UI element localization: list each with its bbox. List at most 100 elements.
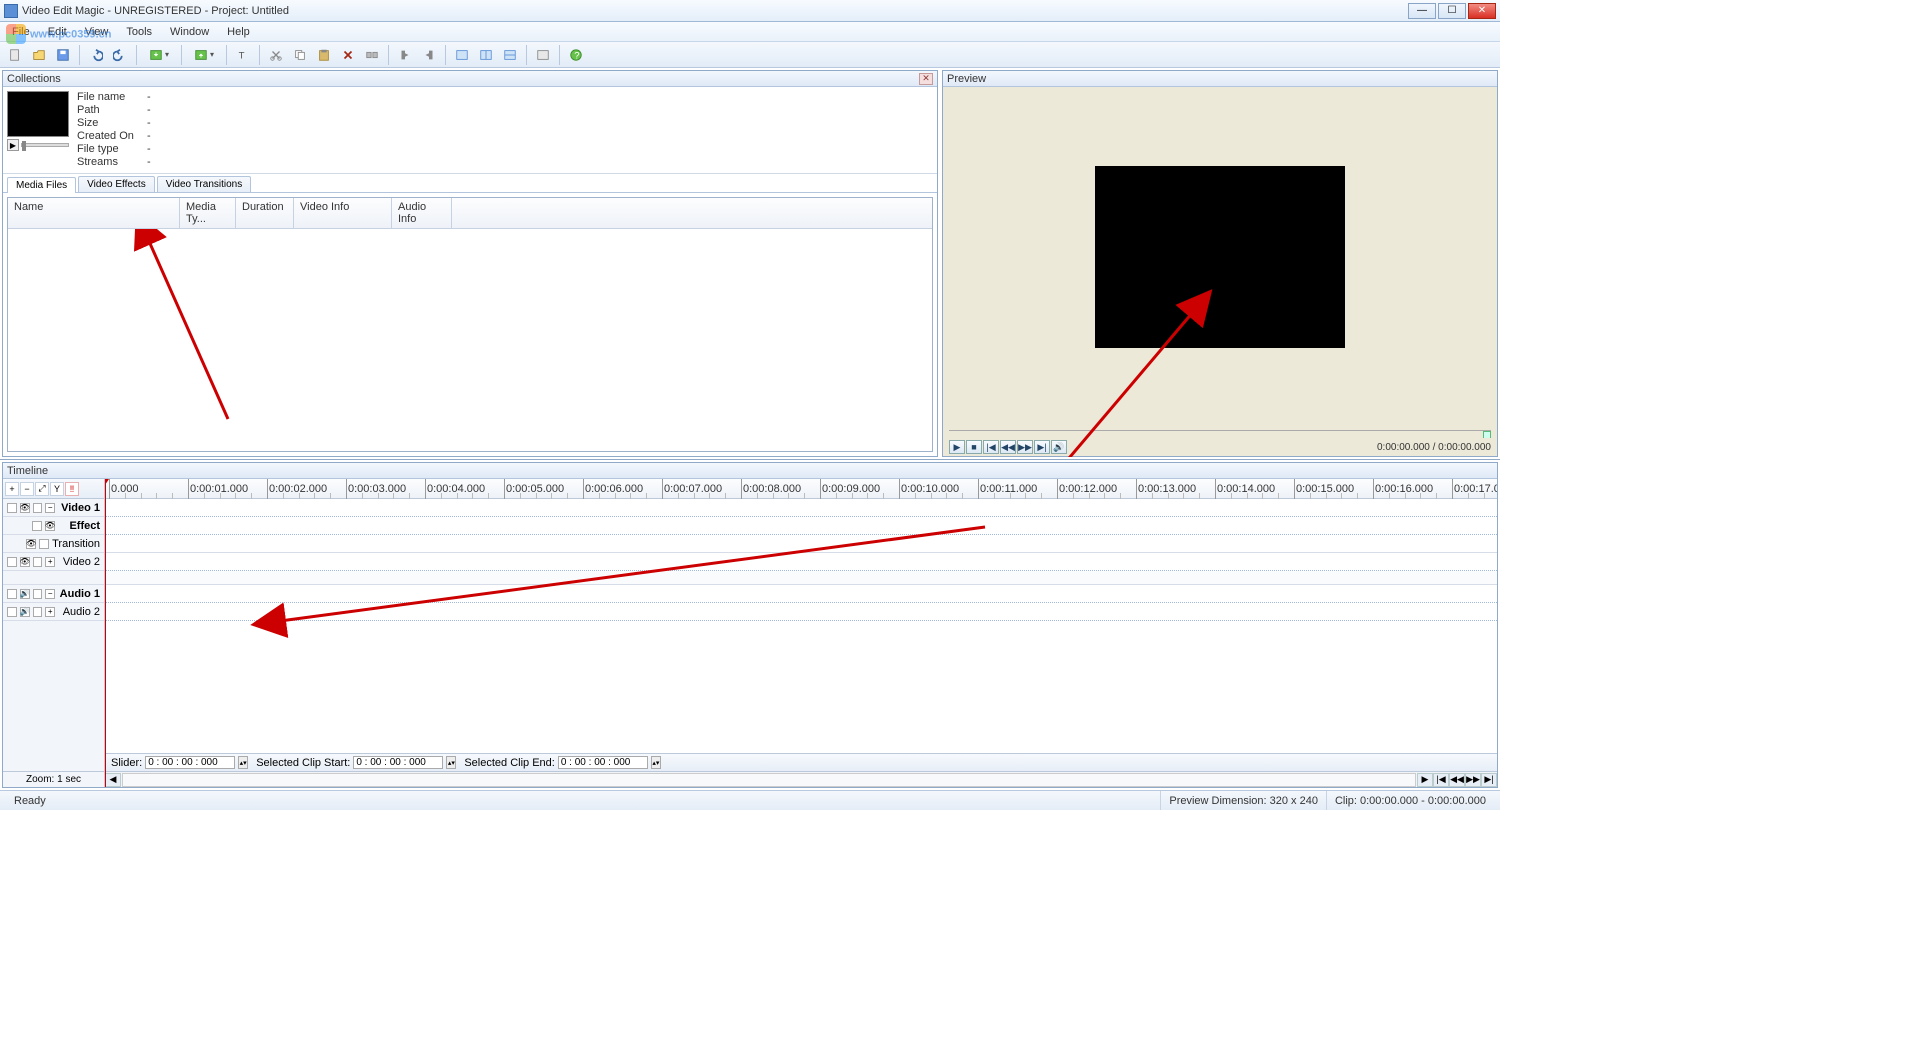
split-button[interactable]	[361, 44, 383, 66]
maximize-button[interactable]: ☐	[1438, 3, 1466, 19]
timeline-ruler[interactable]: 0.0000:00:01.0000:00:02.0000:00:03.0000:…	[105, 479, 1497, 499]
zoom-level-label: Zoom: 1 sec	[3, 771, 104, 787]
collections-panel: Collections ✕ ▶ File name- Path- Size- C…	[2, 70, 938, 457]
toolbar: T ?	[0, 42, 1500, 68]
scroll-right-button[interactable]: ▶	[1417, 773, 1433, 787]
save-button[interactable]	[52, 44, 74, 66]
scroll-start-button[interactable]: |◀	[1433, 773, 1449, 787]
menu-window[interactable]: Window	[162, 24, 217, 40]
tab-media-files[interactable]: Media Files	[7, 177, 76, 193]
eye-icon[interactable]: 👁	[20, 503, 30, 513]
menu-help[interactable]: Help	[219, 24, 258, 40]
preview-start-button[interactable]: |◀	[983, 440, 999, 454]
svg-text:T: T	[239, 50, 245, 61]
tab-video-transitions[interactable]: Video Transitions	[157, 176, 252, 192]
menu-file[interactable]: File	[4, 24, 38, 40]
col-duration[interactable]: Duration	[236, 198, 294, 228]
menu-tools[interactable]: Tools	[118, 24, 160, 40]
col-video-info[interactable]: Video Info	[294, 198, 392, 228]
menu-view[interactable]: View	[77, 24, 117, 40]
panel2-button[interactable]	[475, 44, 497, 66]
preview-end-button[interactable]: ▶|	[1034, 440, 1050, 454]
mark-in-button[interactable]	[394, 44, 416, 66]
scroll-prev2-button[interactable]: ◀◀	[1449, 773, 1465, 787]
minimize-button[interactable]: —	[1408, 3, 1436, 19]
filter-button[interactable]: Y	[50, 482, 64, 496]
window-title: Video Edit Magic - UNREGISTERED - Projec…	[22, 5, 1408, 17]
paste-button[interactable]	[313, 44, 335, 66]
collections-close-button[interactable]: ✕	[919, 73, 933, 85]
track-audio1-label: Audio 1	[58, 588, 100, 600]
new-button[interactable]	[4, 44, 26, 66]
track-video2-label: Video 2	[58, 556, 100, 568]
playhead[interactable]	[105, 479, 106, 787]
help-button[interactable]: ?	[565, 44, 587, 66]
clip-end-input[interactable]	[558, 756, 648, 769]
menu-edit[interactable]: Edit	[40, 24, 75, 40]
statusbar: Ready Preview Dimension: 320 x 240 Clip:…	[0, 790, 1500, 810]
clip-start-input[interactable]	[353, 756, 443, 769]
col-name[interactable]: Name	[8, 198, 180, 228]
undo-button[interactable]	[85, 44, 107, 66]
clip-end-label: Selected Clip End:	[464, 757, 555, 769]
text-button[interactable]: T	[232, 44, 254, 66]
preview-stop-button[interactable]: ■	[966, 440, 982, 454]
markers-button[interactable]: ‼	[65, 482, 79, 496]
preview-panel: Preview ▶ ■ |◀ ◀◀ ▶▶ ▶| 🔊 0:00:00.000 / …	[942, 70, 1498, 457]
preview-title: Preview	[947, 73, 986, 85]
timeline-tracks[interactable]	[105, 499, 1497, 753]
preview-volume-button[interactable]: 🔊	[1051, 440, 1067, 454]
media-thumbnail	[7, 91, 69, 137]
preview-play-button[interactable]: ▶	[949, 440, 965, 454]
slider-input[interactable]	[145, 756, 235, 769]
preview-seek-ruler[interactable]	[949, 430, 1491, 436]
status-dimension: Preview Dimension: 320 x 240	[1160, 791, 1326, 810]
mark-out-button[interactable]	[418, 44, 440, 66]
export-button[interactable]	[187, 44, 221, 66]
preview-next-button[interactable]: ▶▶	[1017, 440, 1033, 454]
preview-timecode: 0:00:00.000 / 0:00:00.000	[1377, 442, 1491, 453]
status-clip: Clip: 0:00:00.000 - 0:00:00.000	[1326, 791, 1494, 810]
open-button[interactable]	[28, 44, 50, 66]
tab-video-effects[interactable]: Video Effects	[78, 176, 155, 192]
scroll-next2-button[interactable]: ▶▶	[1465, 773, 1481, 787]
app-icon	[4, 4, 18, 18]
col-media-type[interactable]: Media Ty...	[180, 198, 236, 228]
track-transition-label: Transition	[52, 538, 100, 550]
timeline-scrollbar[interactable]: ◀ ▶ |◀ ◀◀ ▶▶ ▶|	[105, 771, 1497, 787]
panel3-button[interactable]	[499, 44, 521, 66]
svg-text:?: ?	[574, 50, 579, 61]
preview-canvas	[1095, 166, 1345, 348]
expand-icon[interactable]: −	[45, 503, 55, 513]
redo-button[interactable]	[109, 44, 131, 66]
thumb-play-button[interactable]: ▶	[7, 139, 19, 151]
delete-button[interactable]	[337, 44, 359, 66]
scroll-end-button[interactable]: ▶|	[1481, 773, 1497, 787]
zoom-in-button[interactable]: +	[5, 482, 19, 496]
track-effect-label: Effect	[58, 520, 100, 532]
track-video1-label: Video 1	[58, 502, 100, 514]
panel1-button[interactable]	[451, 44, 473, 66]
scroll-left-button[interactable]: ◀	[105, 773, 121, 787]
copy-button[interactable]	[289, 44, 311, 66]
panel4-button[interactable]	[532, 44, 554, 66]
clip-start-label: Selected Clip Start:	[256, 757, 350, 769]
titlebar: Video Edit Magic - UNREGISTERED - Projec…	[0, 0, 1500, 22]
lock-icon[interactable]	[7, 503, 17, 513]
close-button[interactable]: ✕	[1468, 3, 1496, 19]
timeline-title: Timeline	[7, 465, 48, 477]
import-button[interactable]	[142, 44, 176, 66]
annotation-arrow-1	[8, 229, 268, 449]
slider-label: Slider:	[111, 757, 142, 769]
menubar: www.pc0359.cn File Edit View Tools Windo…	[0, 22, 1500, 42]
mute-icon[interactable]	[33, 503, 43, 513]
slider-step[interactable]: ▴▾	[238, 756, 248, 769]
zoom-fit-button[interactable]: ⤢	[35, 482, 49, 496]
media-grid[interactable]: Name Media Ty... Duration Video Info Aud…	[7, 197, 933, 452]
zoom-out-button[interactable]: −	[20, 482, 34, 496]
preview-prev-button[interactable]: ◀◀	[1000, 440, 1016, 454]
col-audio-info[interactable]: Audio Info	[392, 198, 452, 228]
media-metadata: File name- Path- Size- Created On- File …	[77, 91, 159, 169]
cut-button[interactable]	[265, 44, 287, 66]
thumb-slider[interactable]	[21, 143, 69, 147]
